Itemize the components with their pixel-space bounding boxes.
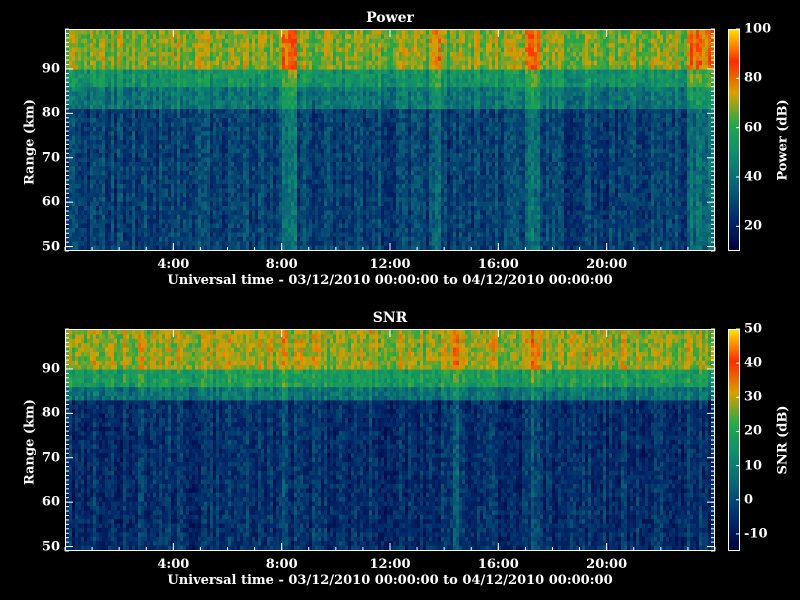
y-axis-label: Range (km) <box>23 99 38 185</box>
power-panel: Power Range (km) Power (dB) Universal ti… <box>0 0 800 300</box>
chart-title: Power <box>65 10 715 26</box>
colorbar-label: Power (dB) <box>776 99 791 180</box>
heatmap-plot <box>65 29 715 251</box>
x-axis-label: Universal time - 03/12/2010 00:00:00 to … <box>65 273 715 288</box>
heatmap-canvas <box>66 30 714 250</box>
